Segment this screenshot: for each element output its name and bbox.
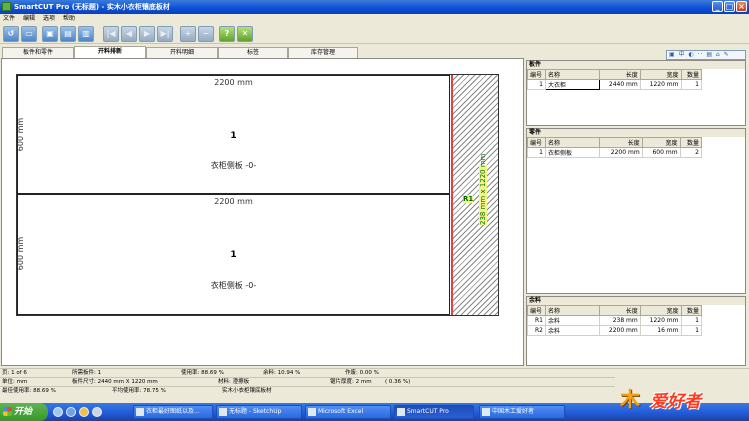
minimize-button[interactable]: _ <box>712 1 723 12</box>
status-bar-2: 单位: mm 板件尺寸: 2440 mm X 1220 mm 材料: 澄擦板 锯… <box>0 377 615 386</box>
col-name[interactable]: 名称 <box>545 305 600 316</box>
tools-icon[interactable]: ✕ <box>237 26 253 42</box>
help-icon[interactable]: ? <box>219 26 235 42</box>
status-bar-3: 最佳使用率: 88.69 % 平均使用率: 78.75 % 实木小衣柜镶底板材 <box>0 386 615 395</box>
remnant-dims: 238 mm x 1220 mm <box>479 153 487 225</box>
logo-mark: 木 <box>620 387 640 411</box>
start-label: 开始 <box>14 407 33 417</box>
toolbar: ↺ ▭ ▣ ▤ ▥ |◀ ◀ ▶ ▶| + − ? ✕ <box>0 24 749 44</box>
first-page-icon[interactable]: |◀ <box>103 26 119 42</box>
table-row[interactable]: R2 余料 2200 mm 16 mm 1 <box>527 325 702 336</box>
col-length[interactable]: 长度 <box>599 305 641 316</box>
tab-cut-layout[interactable]: 开料排新 <box>74 46 146 58</box>
col-name[interactable]: 名称 <box>545 137 600 148</box>
remnants-panel-title: 余料 <box>527 297 745 305</box>
task-button[interactable]: Microsoft Excel <box>305 405 391 419</box>
col-id[interactable]: 编号 <box>527 137 546 148</box>
save-icon[interactable]: ▣ <box>42 26 58 42</box>
window-icon <box>482 408 490 416</box>
menu-file[interactable]: 文件 <box>3 14 15 24</box>
zoom-out-icon[interactable]: − <box>198 26 214 42</box>
table-row[interactable]: 1 衣柜侧板 2200 mm 600 mm 2 <box>527 147 703 158</box>
col-width[interactable]: 宽度 <box>639 69 682 80</box>
col-qty[interactable]: 数量 <box>680 305 702 316</box>
tab-boards-parts[interactable]: 板件和零件 <box>2 47 74 58</box>
boards-table: 编号 名称 长度 宽度 数量 1 大衣柜 2440 mm 1220 mm 1 <box>527 69 702 90</box>
window-icon <box>397 408 405 416</box>
col-width[interactable]: 宽度 <box>641 137 681 148</box>
col-name[interactable]: 名称 <box>545 69 600 80</box>
part-number: 1 <box>230 131 237 141</box>
table-row[interactable]: R1 余料 238 mm 1220 mm 1 <box>527 315 702 326</box>
parts-panel: 零件 编号 名称 长度 宽度 数量 1 衣柜侧板 2200 mm 600 mm … <box>526 128 746 294</box>
menu-help[interactable]: 帮助 <box>63 14 75 24</box>
logo-text: 爱好者 <box>650 392 701 412</box>
layout-canvas[interactable]: 2200 mm 600 mm 1 衣柜侧板 -0- 2200 mm 600 mm… <box>1 58 524 366</box>
task-button[interactable]: SmartCUT Pro <box>394 405 474 419</box>
tab-cut-details[interactable]: 开料明细 <box>146 47 218 58</box>
window-icon <box>136 408 144 416</box>
quicklaunch-icon[interactable] <box>53 407 63 417</box>
prev-page-icon[interactable]: ◀ <box>121 26 137 42</box>
part-width-label: 2200 mm <box>214 78 253 87</box>
part-name: 衣柜侧板 -0- <box>210 161 257 170</box>
col-qty[interactable]: 数量 <box>680 69 702 80</box>
tab-labels[interactable]: 标签 <box>218 47 288 58</box>
part-panel[interactable]: 2200 mm 600 mm 1 衣柜侧板 -0- <box>16 194 450 315</box>
col-width[interactable]: 宽度 <box>639 305 682 316</box>
view-icons[interactable]: ▣ 中 ◐ ·· ▤ ⌂ ✎ <box>666 50 746 60</box>
col-length[interactable]: 长度 <box>599 69 641 80</box>
remnant-area[interactable]: R1 238 mm x 1220 mm <box>451 75 498 315</box>
window-icon <box>308 408 316 416</box>
close-button[interactable]: × <box>736 1 747 12</box>
status-bar-1: 页: 1 of 6 所需板件: 1 使用率: 88.69 % 余料: 10.94… <box>0 368 749 377</box>
window-icon <box>219 408 227 416</box>
app-icon <box>2 2 11 11</box>
maximize-button[interactable]: □ <box>724 1 735 12</box>
next-page-icon[interactable]: ▶ <box>139 26 155 42</box>
table-row[interactable]: 1 大衣柜 2440 mm 1220 mm 1 <box>527 79 702 90</box>
status-avg-usage: 平均使用率: 78.75 % <box>112 388 166 394</box>
parts-panel-title: 零件 <box>527 129 745 137</box>
menu-bar: 文件 编辑 选项 帮助 <box>0 14 749 24</box>
task-button[interactable]: 衣柜最好图纸以及... <box>133 405 213 419</box>
quicklaunch-icon[interactable] <box>66 407 76 417</box>
export-icon[interactable]: ▥ <box>78 26 94 42</box>
print-icon[interactable]: ▤ <box>60 26 76 42</box>
window-title: SmartCUT Pro (无标题) - 实木小衣柜镶底板材 <box>14 3 170 11</box>
watermark-logo: 木 爱好者 <box>618 383 746 413</box>
windows-flag-icon <box>3 407 12 416</box>
new-icon[interactable]: ↺ <box>3 26 19 42</box>
title-bar: SmartCUT Pro (无标题) - 实木小衣柜镶底板材 _ □ × <box>0 0 749 14</box>
boards-panel-title: 板件 <box>527 61 745 69</box>
parts-table: 编号 名称 长度 宽度 数量 1 衣柜侧板 2200 mm 600 mm 2 <box>527 137 703 158</box>
part-name: 衣柜侧板 -0- <box>210 281 257 290</box>
col-length[interactable]: 长度 <box>599 137 643 148</box>
quicklaunch-icon[interactable] <box>79 407 89 417</box>
col-id[interactable]: 编号 <box>527 69 546 80</box>
menu-edit[interactable]: 编辑 <box>23 14 35 24</box>
open-icon[interactable]: ▭ <box>21 26 37 42</box>
part-width-label: 2200 mm <box>214 197 253 206</box>
remnants-panel: 余料 编号 名称 长度 宽度 数量 R1 余料 238 mm 1220 mm 1… <box>526 296 746 366</box>
start-button[interactable]: 开始 <box>0 403 48 421</box>
task-button[interactable]: 中国木工爱好者 <box>479 405 565 419</box>
boards-panel: 板件 编号 名称 长度 宽度 数量 1 大衣柜 2440 mm 1220 mm … <box>526 60 746 126</box>
part-number: 1 <box>230 250 237 260</box>
tab-inventory[interactable]: 库存管理 <box>288 47 358 58</box>
part-panel[interactable]: 2200 mm 600 mm 1 衣柜侧板 -0- <box>16 75 450 194</box>
menu-options[interactable]: 选项 <box>43 14 55 24</box>
quicklaunch-icon[interactable] <box>92 407 102 417</box>
remnants-table: 编号 名称 长度 宽度 数量 R1 余料 238 mm 1220 mm 1 R2… <box>527 305 702 336</box>
tab-strip: 板件和零件 开料排新 开料明细 标签 库存管理 <box>0 46 525 58</box>
task-button[interactable]: 无标题 - SketchUp <box>216 405 302 419</box>
col-qty[interactable]: 数量 <box>679 137 703 148</box>
status-best-usage: 最佳使用率: 88.69 % <box>2 388 56 394</box>
zoom-in-icon[interactable]: + <box>180 26 196 42</box>
last-page-icon[interactable]: ▶| <box>157 26 173 42</box>
status-project: 实木小衣柜镶底板材 <box>222 388 272 394</box>
remnant-id: R1 <box>463 195 474 203</box>
board-sheet: 2200 mm 600 mm 1 衣柜侧板 -0- 2200 mm 600 mm… <box>16 74 499 316</box>
col-id[interactable]: 编号 <box>527 305 546 316</box>
